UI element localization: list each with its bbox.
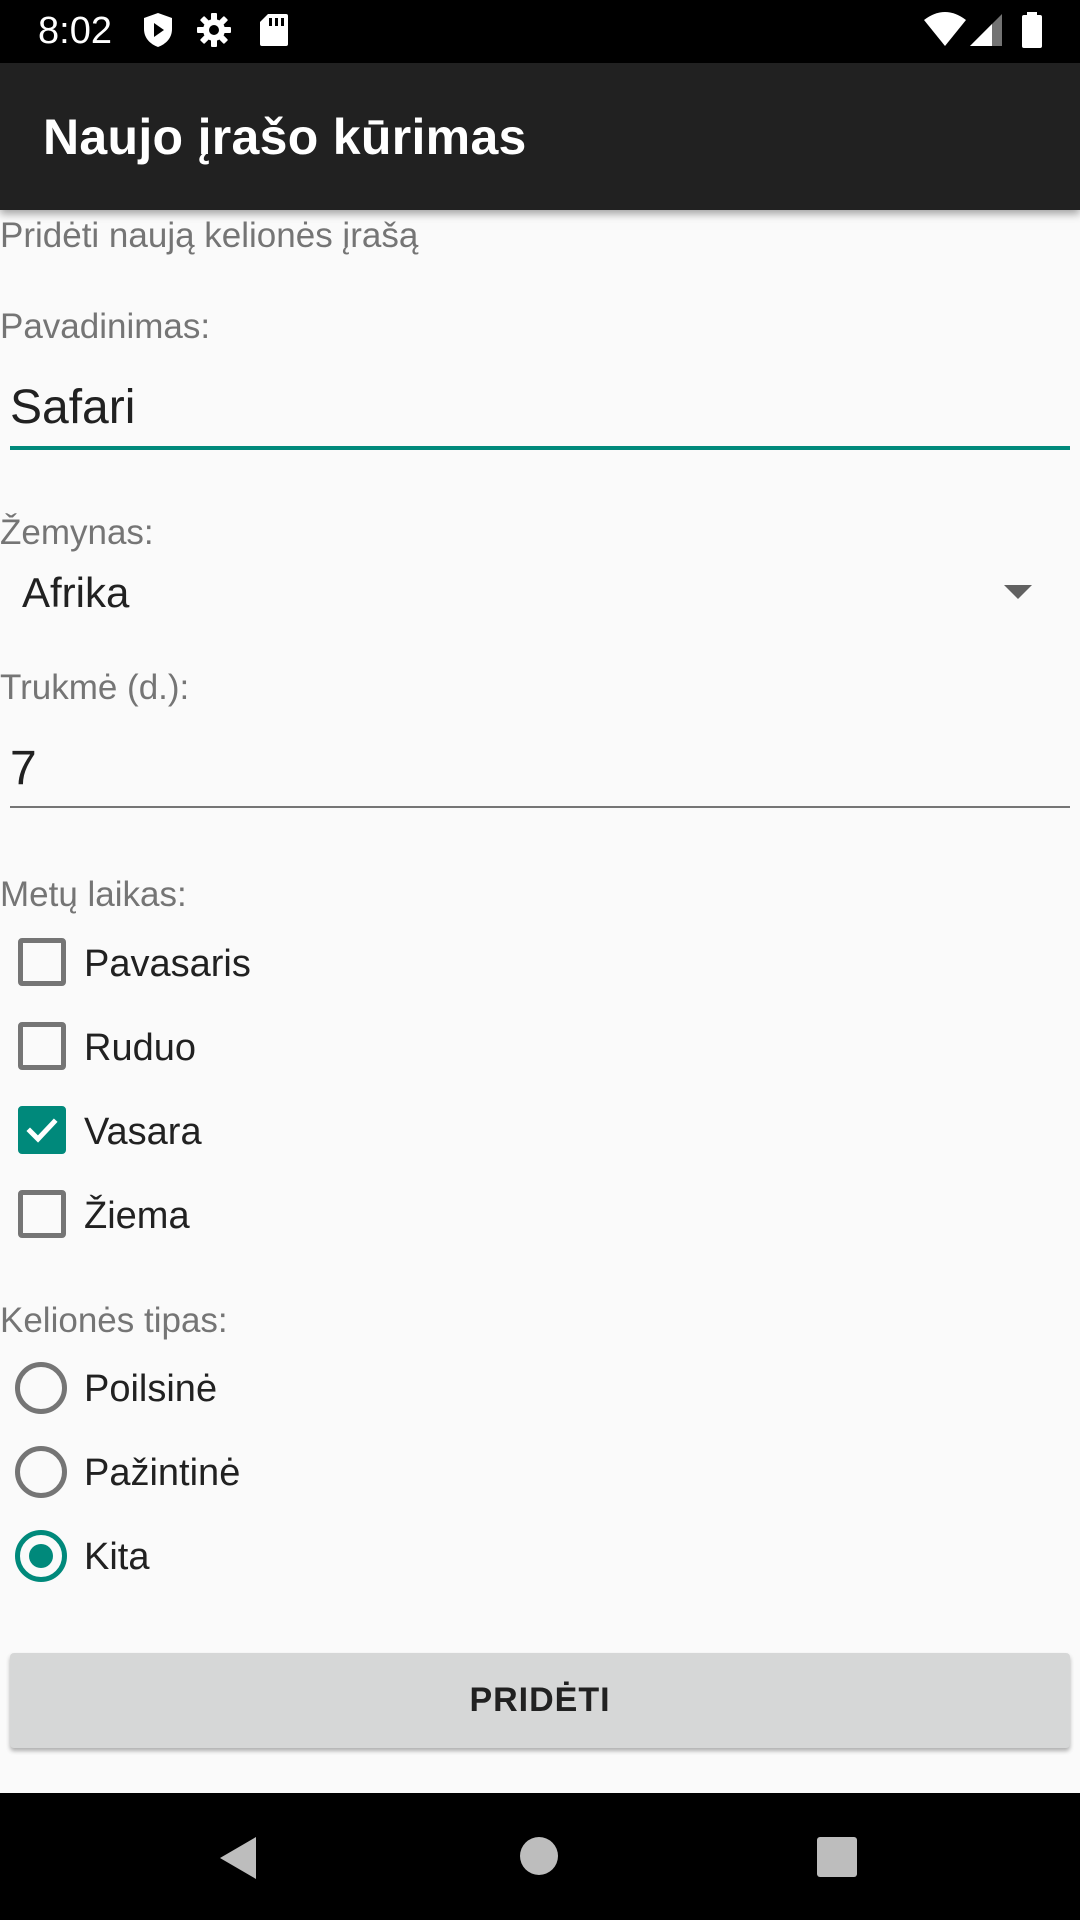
name-input-value: Safari xyxy=(10,381,136,434)
checkbox-unchecked-icon xyxy=(18,1022,66,1070)
home-icon[interactable] xyxy=(520,1837,558,1875)
radio-selected-icon xyxy=(15,1530,67,1582)
duration-input-underline xyxy=(10,806,1070,808)
screen: 8:02 Naujo įrašo kūrimas Pridėti naują k… xyxy=(0,0,1080,1920)
app-bar: Naujo įrašo kūrimas xyxy=(0,63,1080,210)
trip-type-option-label: Pažintinė xyxy=(84,1452,241,1494)
sd-card-icon xyxy=(254,10,294,50)
duration-label: Trukmė (d.): xyxy=(0,668,190,707)
season-option-label: Pavasaris xyxy=(84,943,251,985)
radio-dot xyxy=(29,1544,53,1568)
trip-type-option-label: Poilsinė xyxy=(84,1368,218,1410)
play-protect-icon xyxy=(138,10,178,50)
dropdown-arrow-icon xyxy=(1004,585,1032,599)
wifi-icon xyxy=(922,10,968,50)
season-label: Metų laikas: xyxy=(0,875,187,914)
checkbox-unchecked-icon xyxy=(18,938,66,986)
season-option-label: Žiema xyxy=(84,1195,190,1237)
checkbox-checked-icon xyxy=(18,1106,66,1154)
trip-type-label: Kelionės tipas: xyxy=(0,1301,228,1340)
form-heading: Pridėti naują kelionės įrašą xyxy=(0,216,419,255)
status-bar: 8:02 xyxy=(0,0,1080,63)
name-label: Pavadinimas: xyxy=(0,307,211,346)
status-time: 8:02 xyxy=(38,10,112,52)
recents-icon[interactable] xyxy=(817,1837,857,1877)
radio-unselected-icon xyxy=(15,1362,67,1414)
continent-label: Žemynas: xyxy=(0,513,154,552)
form: Pridėti naują kelionės įrašą Pavadinimas… xyxy=(0,210,1080,1793)
continent-spinner-value: Afrika xyxy=(22,569,130,616)
back-icon[interactable] xyxy=(218,1835,258,1886)
season-option-label: Ruduo xyxy=(84,1027,196,1069)
checkbox-unchecked-icon xyxy=(18,1190,66,1238)
trip-type-option-label: Kita xyxy=(84,1536,150,1578)
navigation-bar xyxy=(0,1793,1080,1920)
duration-input-value: 7 xyxy=(10,742,37,795)
season-option-label: Vasara xyxy=(84,1111,202,1153)
battery-icon xyxy=(1012,10,1052,50)
app-title: Naujo įrašo kūrimas xyxy=(43,109,527,165)
name-input-underline xyxy=(10,446,1070,450)
signal-icon xyxy=(968,10,1008,50)
settings-icon xyxy=(194,10,234,50)
radio-unselected-icon xyxy=(15,1446,67,1498)
add-button[interactable]: PRIDĖTI xyxy=(10,1653,1070,1748)
